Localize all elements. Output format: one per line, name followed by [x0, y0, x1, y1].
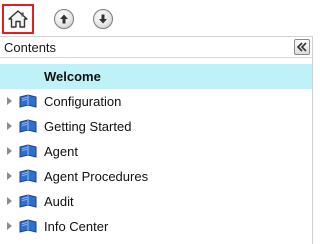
tree-item-agent-procedures[interactable]: Agent Procedures [0, 164, 312, 189]
expand-arrow-icon[interactable] [7, 122, 12, 130]
arrow-up-icon [60, 14, 68, 24]
tree-item-info-center[interactable]: Info Center [0, 214, 312, 239]
expand-arrow-icon[interactable] [7, 197, 12, 205]
tree-item-audit[interactable]: Audit [0, 189, 312, 214]
tree-item-label: Configuration [44, 94, 122, 109]
previous-topic-button[interactable] [54, 9, 74, 29]
tree-item-label: Agent Procedures [44, 169, 149, 184]
book-icon [19, 169, 37, 183]
collapse-pane-button[interactable] [294, 39, 310, 55]
help-toolbar [0, 0, 316, 36]
book-icon [19, 144, 37, 158]
expand-arrow-icon[interactable] [7, 172, 12, 180]
tree-item-welcome[interactable]: Welcome [0, 64, 312, 89]
next-topic-button[interactable] [93, 9, 113, 29]
tree-item-agent[interactable]: Agent [0, 139, 312, 164]
expand-arrow-icon[interactable] [7, 222, 12, 230]
expand-arrow-icon[interactable] [7, 147, 12, 155]
tree-item-label: Info Center [44, 219, 109, 234]
tree-item-configuration[interactable]: Configuration [0, 89, 312, 114]
book-icon [19, 219, 37, 233]
pane-border [312, 36, 313, 244]
book-icon [19, 94, 37, 108]
tree-item-label: Welcome [44, 69, 101, 84]
tree-item-label: Agent [44, 144, 78, 159]
double-chevron-left-icon [296, 42, 307, 52]
tree-item-label: Audit [44, 194, 74, 209]
home-icon [8, 10, 28, 28]
contents-title: Contents [4, 40, 57, 55]
tree-item-label: Getting Started [44, 119, 132, 134]
expand-arrow-icon[interactable] [7, 97, 12, 105]
book-icon [19, 119, 37, 133]
tree-item-getting-started[interactable]: Getting Started [0, 114, 312, 139]
arrow-down-icon [99, 14, 107, 24]
book-icon [19, 194, 37, 208]
home-button[interactable] [2, 4, 34, 34]
contents-tree: Welcome Configuration Getting Started Ag… [0, 64, 312, 239]
contents-header: Contents [0, 36, 312, 58]
